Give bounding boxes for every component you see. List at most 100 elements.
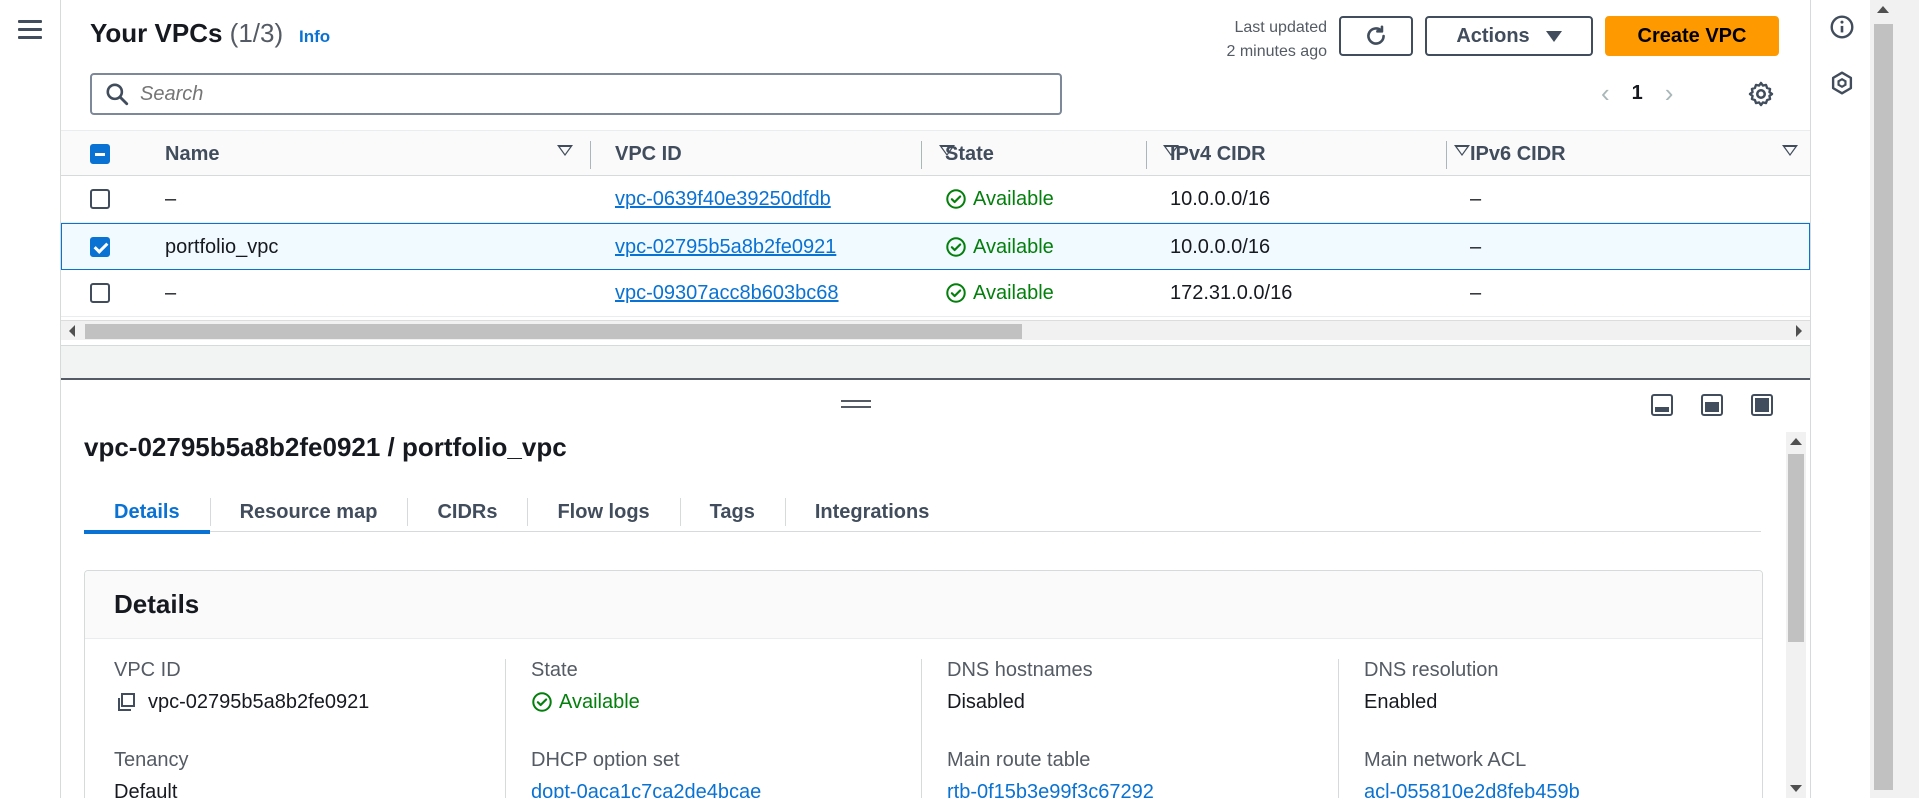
current-page[interactable]: 1 <box>1632 82 1643 105</box>
prev-page-button[interactable]: ‹ <box>1601 78 1610 109</box>
settings-gear-icon[interactable] <box>1747 80 1775 108</box>
check-circle-icon <box>946 283 966 303</box>
field-dns-resolution: DNS resolution Enabled <box>1364 659 1754 717</box>
view-bottom-medium-button[interactable] <box>1701 394 1723 416</box>
actions-button[interactable]: Actions <box>1425 16 1593 56</box>
col-ipv6-label: IPv6 CIDR <box>1470 142 1566 165</box>
refresh-icon <box>1367 25 1385 45</box>
cell-ipv4: 172.31.0.0/16 <box>1170 281 1293 304</box>
hexagon-icon[interactable] <box>1829 70 1855 96</box>
last-updated: Last updated 2 minutes ago <box>1151 16 1327 64</box>
right-tools-strip <box>1810 0 1870 798</box>
row-checkbox[interactable] <box>90 189 110 209</box>
status-text: Available <box>559 690 640 713</box>
cell-name: – <box>165 187 177 210</box>
field-label: Main network ACL <box>1364 749 1527 771</box>
col-ipv4[interactable]: IPv4 CIDR <box>1170 131 1470 177</box>
column-divider[interactable] <box>921 141 922 169</box>
sort-icon[interactable] <box>1782 145 1798 156</box>
drag-handle-icon[interactable] <box>841 400 871 410</box>
scrollbar-thumb[interactable] <box>85 324 1022 339</box>
col-ipv6[interactable]: IPv6 CIDR <box>1470 131 1798 177</box>
info-link[interactable]: Info <box>299 27 330 47</box>
sort-icon[interactable] <box>557 145 573 156</box>
horizontal-scrollbar[interactable] <box>61 320 1810 340</box>
cell-vpc-id: vpc-0639f40e39250dfdb <box>615 176 831 222</box>
vpc-table: Name VPC ID State IPv4 CIDR IPv6 CIDR – … <box>61 130 1810 317</box>
scrollbar-thumb[interactable] <box>1874 24 1893 790</box>
table-row[interactable]: – vpc-09307acc8b603bc68 Available 172.31… <box>61 270 1810 317</box>
tab-integrations[interactable]: Integrations <box>784 492 959 532</box>
field-state: State Available <box>531 659 921 717</box>
refresh-button[interactable] <box>1339 16 1413 56</box>
table-row[interactable]: – vpc-0639f40e39250dfdb Available 10.0.0… <box>61 176 1810 223</box>
scrollbar-thumb[interactable] <box>1788 454 1804 642</box>
col-vpc-id[interactable]: VPC ID <box>615 131 955 177</box>
field-value: vpc-02795b5a8b2fe0921 <box>114 687 504 717</box>
pagination: ‹ 1 › <box>1601 78 1673 109</box>
row-select-cell <box>90 270 110 316</box>
field-main-route-table: Main route table rtb-0f15b3e99f3c67292 <box>947 749 1337 798</box>
info-circle-icon[interactable] <box>1829 14 1855 40</box>
search-icon <box>106 83 129 106</box>
dhcp-link[interactable]: dopt-0aca1c7ca2de4bcae <box>531 777 921 798</box>
next-page-button[interactable]: › <box>1665 78 1674 109</box>
cell-ipv4: 10.0.0.0/16 <box>1170 235 1271 258</box>
vpc-id-link[interactable]: vpc-02795b5a8b2fe0921 <box>615 236 836 259</box>
page-title-text: Your VPCs <box>90 18 223 48</box>
col-state[interactable]: State <box>945 131 1179 177</box>
page-vertical-scrollbar[interactable] <box>1870 0 1919 798</box>
column-divider[interactable] <box>1146 141 1147 169</box>
field-label: DHCP option set <box>531 749 680 771</box>
cell-ipv6: – <box>1470 235 1482 258</box>
panel-view-buttons <box>1651 394 1773 416</box>
column-divider[interactable] <box>1446 141 1447 169</box>
last-updated-label: Last updated <box>1234 19 1327 36</box>
tab-cidrs[interactable]: CIDRs <box>407 492 527 532</box>
field-label: DNS hostnames <box>947 659 1093 681</box>
tab-tags[interactable]: Tags <box>679 492 785 532</box>
view-bottom-small-button[interactable] <box>1651 394 1673 416</box>
column-divider <box>1338 659 1339 798</box>
copy-icon[interactable] <box>114 690 138 714</box>
search-box[interactable] <box>90 73 1062 115</box>
vpc-id-link[interactable]: vpc-0639f40e39250dfdb <box>615 188 831 211</box>
check-circle-icon <box>532 692 552 712</box>
vpc-id-value: vpc-02795b5a8b2fe0921 <box>148 690 370 713</box>
scroll-left-arrow[interactable] <box>69 325 75 337</box>
col-name[interactable]: Name <box>165 131 573 177</box>
tab-resource-map[interactable]: Resource map <box>209 492 408 532</box>
cell-name: – <box>165 281 177 304</box>
detail-tabs: Details Resource map CIDRs Flow logs Tag… <box>84 492 1761 534</box>
scroll-up-arrow[interactable] <box>1877 6 1889 13</box>
status-text: Available <box>973 235 1054 258</box>
view-full-button[interactable] <box>1751 394 1773 416</box>
search-input[interactable] <box>140 82 1040 106</box>
table-row[interactable]: portfolio_vpc vpc-02795b5a8b2fe0921 Avai… <box>61 223 1810 270</box>
column-divider[interactable] <box>590 141 591 169</box>
scroll-right-arrow[interactable] <box>1796 325 1802 337</box>
select-all-checkbox[interactable] <box>90 144 110 164</box>
field-label: VPC ID <box>114 659 181 681</box>
status-badge: Available <box>531 691 640 714</box>
detail-vertical-scrollbar[interactable] <box>1786 432 1806 798</box>
tab-flow-logs[interactable]: Flow logs <box>527 492 679 532</box>
create-vpc-button[interactable]: Create VPC <box>1605 16 1779 56</box>
status-badge: Available <box>945 188 1054 211</box>
menu-icon[interactable] <box>18 20 42 40</box>
details-card-title: Details <box>85 571 1762 639</box>
sort-icon[interactable] <box>1454 145 1470 156</box>
row-select-cell <box>90 176 110 222</box>
route-table-link[interactable]: rtb-0f15b3e99f3c67292 <box>947 777 1337 798</box>
scroll-down-arrow[interactable] <box>1790 785 1802 792</box>
cell-name: portfolio_vpc <box>165 235 279 258</box>
row-checkbox[interactable] <box>90 283 110 303</box>
scroll-up-arrow[interactable] <box>1790 438 1802 445</box>
tab-details[interactable]: Details <box>84 492 210 534</box>
actions-label: Actions <box>1456 24 1530 47</box>
vpc-id-link[interactable]: vpc-09307acc8b603bc68 <box>615 282 839 305</box>
row-checkbox[interactable] <box>90 237 110 257</box>
acl-link[interactable]: acl-055810e2d8feb459b <box>1364 777 1754 798</box>
column-divider <box>921 659 922 798</box>
field-main-acl: Main network ACL acl-055810e2d8feb459b <box>1364 749 1754 798</box>
